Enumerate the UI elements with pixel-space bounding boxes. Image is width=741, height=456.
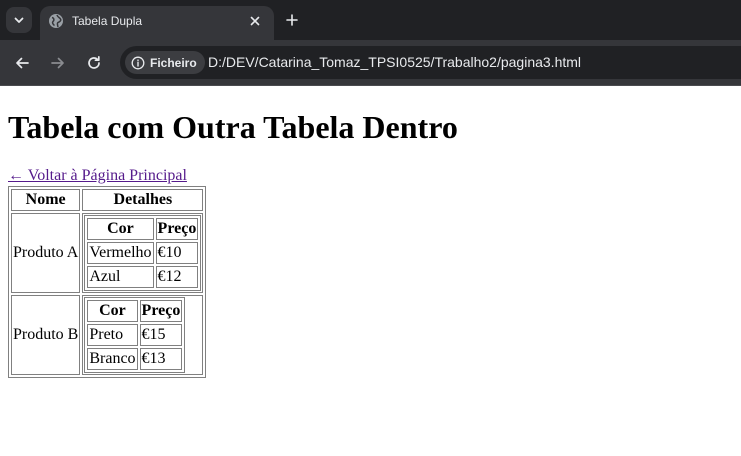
- table-row: Produto B Cor Preço Preto €15 Branco €13: [11, 295, 204, 375]
- reload-button[interactable]: [84, 53, 104, 73]
- tab-close-button[interactable]: [245, 11, 265, 31]
- product-name: Produto B: [11, 295, 81, 375]
- address-bar[interactable]: Ficheiro D:/DEV/Catarina_Tomaz_TPSI0525/…: [120, 46, 741, 79]
- header-preco: Preço: [155, 218, 199, 240]
- globe-icon: [49, 14, 63, 28]
- price-cell: €10: [155, 242, 199, 264]
- tab-search-button[interactable]: [6, 7, 32, 33]
- color-cell: Vermelho: [87, 242, 154, 264]
- inner-table: Cor Preço Vermelho €10 Azul €12: [84, 215, 202, 291]
- header-detalhes: Detalhes: [82, 189, 204, 211]
- product-name: Produto A: [11, 213, 81, 293]
- close-icon: [250, 16, 260, 26]
- price-cell: €15: [139, 324, 183, 346]
- inner-row: Preto €15: [87, 324, 183, 346]
- inner-row: Branco €13: [87, 348, 183, 370]
- plus-icon: [286, 14, 298, 26]
- info-icon: [131, 56, 145, 69]
- header-cor: Cor: [87, 300, 138, 322]
- header-preco: Preço: [139, 300, 183, 322]
- browser-tab[interactable]: Tabela Dupla: [40, 6, 274, 40]
- price-cell: €13: [139, 348, 183, 370]
- header-nome: Nome: [11, 189, 81, 211]
- forward-button[interactable]: [48, 53, 68, 73]
- color-cell: Preto: [87, 324, 138, 346]
- outer-header-row: Nome Detalhes: [11, 189, 204, 211]
- page-title: Tabela com Outra Tabela Dentro: [8, 109, 458, 145]
- back-button[interactable]: [12, 53, 32, 73]
- arrow-right-icon: [51, 57, 64, 69]
- reload-icon: [88, 55, 100, 69]
- details-cell: Cor Preço Preto €15 Branco €13: [82, 295, 204, 375]
- browser-toolbar: Ficheiro D:/DEV/Catarina_Tomaz_TPSI0525/…: [0, 40, 741, 86]
- inner-row: Azul €12: [87, 266, 199, 288]
- color-cell: Branco: [87, 348, 138, 370]
- inner-row: Vermelho €10: [87, 242, 199, 264]
- site-info-chip[interactable]: Ficheiro: [125, 51, 205, 74]
- inner-header-row: Cor Preço: [87, 300, 183, 322]
- tab-strip: Tabela Dupla: [0, 0, 741, 40]
- new-tab-button[interactable]: [282, 10, 302, 30]
- price-cell: €12: [155, 266, 199, 288]
- table-row: Produto A Cor Preço Vermelho €10 Azul €1…: [11, 213, 204, 293]
- url-text[interactable]: D:/DEV/Catarina_Tomaz_TPSI0525/Trabalho2…: [208, 54, 581, 71]
- page-content: Tabela com Outra Tabela Dentro ← Voltar …: [0, 86, 741, 456]
- back-to-home-link[interactable]: ← Voltar à Página Principal: [8, 167, 187, 185]
- arrow-left-icon: [16, 57, 29, 69]
- security-chip-label: Ficheiro: [150, 55, 197, 70]
- chevron-down-icon: [14, 17, 24, 23]
- outer-table: Nome Detalhes Produto A Cor Preço Vermel…: [8, 186, 207, 378]
- details-cell: Cor Preço Vermelho €10 Azul €12: [82, 213, 204, 293]
- inner-header-row: Cor Preço: [87, 218, 199, 240]
- tab-title: Tabela Dupla: [72, 14, 143, 28]
- color-cell: Azul: [87, 266, 154, 288]
- header-cor: Cor: [87, 218, 154, 240]
- inner-table: Cor Preço Preto €15 Branco €13: [84, 297, 186, 373]
